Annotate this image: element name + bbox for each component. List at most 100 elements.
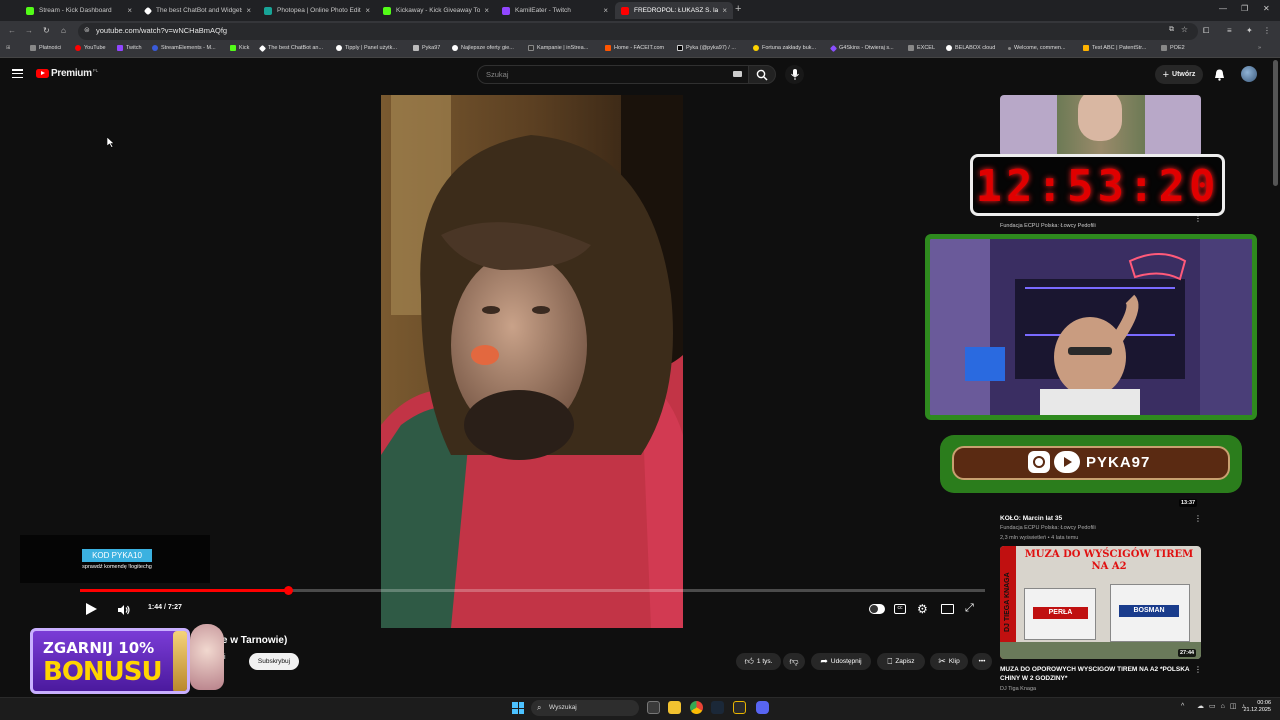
keyboard-icon[interactable] <box>733 71 742 77</box>
tray-chevron-icon[interactable]: ^ <box>1181 703 1184 710</box>
like-button[interactable]: 👍︎ 1 tys. <box>736 653 781 670</box>
dislike-button[interactable]: 👎︎ <box>783 653 805 670</box>
share-button[interactable]: ➦ Udostępnij <box>811 653 871 670</box>
file-explorer-icon[interactable] <box>668 701 681 714</box>
close-icon[interactable]: × <box>603 6 608 15</box>
extension-icon[interactable]: ≡ <box>1227 26 1232 35</box>
bookmark-item[interactable]: StreamElements - M... <box>152 45 216 51</box>
address-bar[interactable]: ⊜ youtube.com/watch?v=wNCHaBmAQfg ⧉ ☆ <box>78 23 1198 40</box>
more-vertical-icon[interactable]: ⋮ <box>1194 514 1202 523</box>
bookmark-item[interactable]: Tipply | Panel użytk... <box>336 45 397 51</box>
fullscreen-icon[interactable]: ⤢ <box>965 602 974 615</box>
close-icon[interactable]: × <box>722 6 727 15</box>
settings-gear-icon[interactable]: ⚙ <box>917 602 928 616</box>
hamburger-menu-icon[interactable] <box>12 69 23 79</box>
recommendation-title[interactable]: MUZA DO OPOROWYCH WYSCIGOW TIREM NA A2 *… <box>1000 665 1190 683</box>
steam-icon[interactable] <box>711 701 724 714</box>
extensions-icon[interactable]: ⧠ <box>1203 26 1209 36</box>
reload-icon[interactable]: ↻ <box>43 26 50 35</box>
new-tab-button[interactable]: + <box>735 3 741 15</box>
more-bookmarks-icon[interactable]: » <box>1258 45 1261 51</box>
browser-tab[interactable]: Kickaway - Kick Giveaway Tool × <box>377 2 495 19</box>
browser-tab[interactable]: Photopea | Online Photo Editor × <box>258 2 376 19</box>
bookmark-item[interactable]: Home - FACEIT.com <box>605 45 664 51</box>
bookmark-star-icon[interactable]: ☆ <box>1181 25 1188 34</box>
recommendation-channel[interactable]: DJ Tiga Knaga <box>1000 686 1036 692</box>
bookmark-item[interactable]: Welcome, commen... <box>1008 45 1066 51</box>
play-button[interactable] <box>84 602 98 621</box>
browser-tab[interactable]: The best ChatBot and Widgets × <box>139 2 257 19</box>
bookmark-item[interactable]: YouTube <box>75 45 106 51</box>
bookmark-item[interactable]: Test ABC | PatentStr... <box>1083 45 1146 51</box>
browser-tab-active[interactable]: FREDROPOL: ŁUKASZ S. lat 33 × <box>615 2 733 19</box>
forward-icon[interactable]: → <box>25 26 33 35</box>
video-duration: 27:44 <box>1178 649 1197 657</box>
home-icon[interactable]: ⌂ <box>61 26 66 35</box>
save-button[interactable]: ⎕ Zapisz <box>877 653 925 670</box>
recommendation-thumbnail[interactable] <box>1000 95 1201 157</box>
apps-icon[interactable]: ⊞ <box>6 45 11 51</box>
search-button[interactable] <box>748 65 776 84</box>
window-close-icon[interactable]: ✕ <box>1263 4 1270 13</box>
back-icon[interactable]: ← <box>8 26 16 35</box>
youtube-premium-logo[interactable]: Premium PL <box>36 68 98 79</box>
menu-dots-icon[interactable]: ⋮ <box>1263 26 1271 35</box>
windows-start-icon[interactable] <box>512 702 524 714</box>
search-input[interactable]: Szukaj <box>477 65 749 84</box>
bookmark-item[interactable]: Twitch <box>117 45 142 51</box>
page-scrollbar[interactable] <box>1273 60 1278 696</box>
more-vertical-icon[interactable]: ⋮ <box>1194 665 1202 674</box>
puzzle-icon[interactable]: ✦ <box>1246 26 1253 35</box>
account-avatar[interactable] <box>1241 66 1257 82</box>
bookmark-item[interactable]: POE2 <box>1161 45 1185 51</box>
app-icon[interactable] <box>733 701 746 714</box>
install-icon[interactable]: ⧉ <box>1169 26 1174 34</box>
browser-tab[interactable]: Stream - Kick Dashboard × <box>20 2 138 19</box>
bookmark-item[interactable]: Fortuna zakłady buk... <box>753 45 816 51</box>
create-button[interactable]: + Utwórz <box>1155 65 1203 84</box>
recommendation-channel[interactable]: Fundacja ECPU Polska: Łowcy Pedofili <box>1000 223 1096 229</box>
bookmark-item[interactable]: Najlepsze oferty gie... <box>452 45 514 51</box>
video-frame[interactable] <box>381 95 683 628</box>
autoplay-toggle[interactable] <box>869 604 885 614</box>
subtitles-icon[interactable]: cc <box>894 604 906 614</box>
discord-icon[interactable] <box>756 701 769 714</box>
clip-button[interactable]: ✂ Klip <box>930 653 968 670</box>
close-icon[interactable]: × <box>484 6 489 15</box>
notifications-bell-icon[interactable] <box>1214 68 1225 86</box>
chrome-icon[interactable] <box>690 701 703 714</box>
close-icon[interactable]: × <box>127 6 132 15</box>
recommendation-title[interactable]: KOŁO: Marcin lat 35 <box>1000 515 1062 522</box>
close-icon[interactable]: × <box>246 6 251 15</box>
bookmark-item[interactable]: Kampanie | inStrea... <box>528 45 588 51</box>
task-view-icon[interactable] <box>647 701 660 714</box>
site-info-icon[interactable]: ⊜ <box>84 26 90 34</box>
bookmark-item[interactable]: G4Skins - Otwieraj s... <box>829 44 894 52</box>
autoplay-knob <box>870 605 878 613</box>
close-icon[interactable]: × <box>365 6 370 15</box>
browser-tab[interactable]: KamilEater - Twitch × <box>496 2 614 19</box>
bookmark-item[interactable]: The best ChatBot an... <box>258 44 323 52</box>
bookmark-item[interactable]: Płatności <box>30 45 61 51</box>
subscribe-button[interactable]: Subskrybuj <box>249 653 299 670</box>
recommendation-channel[interactable]: Fundacja ECPU Polska: Łowcy Pedofili <box>1000 525 1096 531</box>
recommendation-thumbnail[interactable]: DJ TIEGA KNAGA MUZA DO WYŚCIGÓW TIREM NA… <box>1000 546 1201 659</box>
bookmark-item[interactable]: EXCEL <box>908 45 935 51</box>
voice-search-button[interactable] <box>785 65 804 84</box>
theater-mode-icon[interactable] <box>941 604 954 614</box>
bookmark-item[interactable]: Pyka97 <box>413 45 440 51</box>
bookmark-label: G4Skins - Otwieraj s... <box>839 45 894 51</box>
bookmark-item[interactable]: BELABOX cloud <box>946 45 995 51</box>
volume-button[interactable] <box>117 603 131 621</box>
taskbar-clock[interactable]: 00:06 21.12.2025 <box>1237 700 1271 714</box>
progress-bar[interactable] <box>80 586 985 595</box>
more-actions-button[interactable]: ••• <box>972 653 992 670</box>
taskbar-search[interactable]: ⌕ Wyszukaj <box>531 700 639 716</box>
scrubber-handle[interactable] <box>284 586 294 595</box>
more-vertical-icon[interactable]: ⋮ <box>1194 214 1202 223</box>
scrollbar-thumb[interactable] <box>1273 60 1278 186</box>
minimize-icon[interactable]: — <box>1219 4 1227 13</box>
restore-icon[interactable]: ❐ <box>1241 4 1248 13</box>
bookmark-item[interactable]: Kick <box>230 45 249 51</box>
bookmark-item[interactable]: Pyka (@pyka97) / ... <box>677 45 736 51</box>
